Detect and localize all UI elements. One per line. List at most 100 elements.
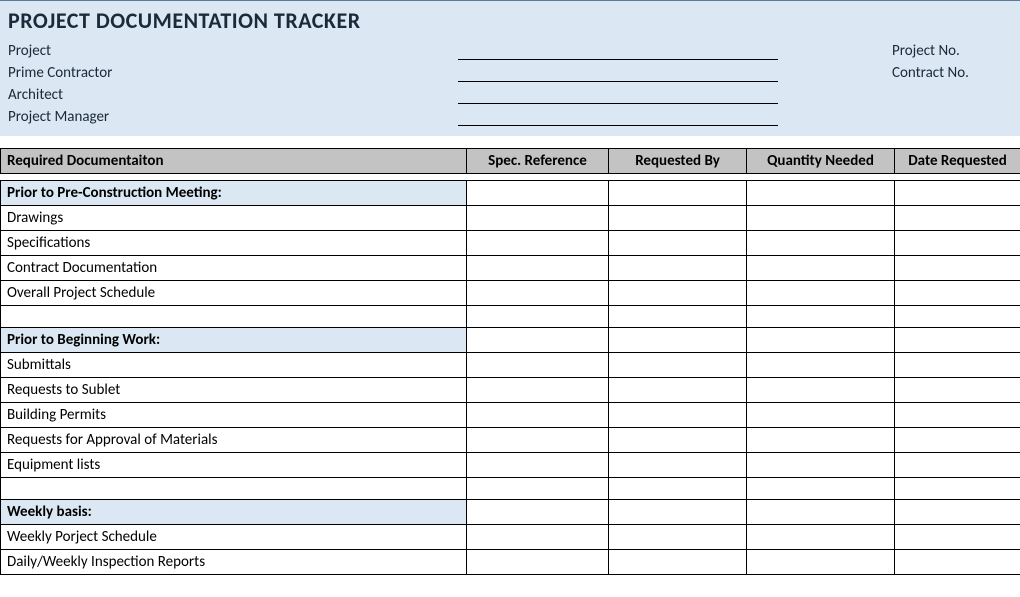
cell[interactable] — [609, 281, 747, 306]
item-label: Requests for Approval of Materials — [1, 428, 467, 453]
item-label: Specifications — [1, 231, 467, 256]
section-heading-label: Prior to Beginning Work: — [1, 328, 467, 353]
col-header-doc: Required Documentaiton — [1, 149, 467, 174]
cell[interactable] — [747, 206, 895, 231]
label-project-manager: Project Manager — [8, 108, 458, 126]
cell[interactable] — [747, 500, 895, 525]
cell[interactable] — [467, 403, 609, 428]
cell[interactable] — [467, 231, 609, 256]
cell[interactable] — [609, 328, 747, 353]
cell[interactable] — [609, 403, 747, 428]
table-row: Weekly Porject Schedule — [1, 525, 1020, 550]
cell[interactable] — [747, 231, 895, 256]
cell[interactable] — [747, 403, 895, 428]
cell[interactable] — [747, 353, 895, 378]
cell[interactable] — [609, 500, 747, 525]
cell[interactable] — [747, 428, 895, 453]
cell[interactable] — [609, 353, 747, 378]
meta-row-project: Project Project No. — [8, 38, 1012, 60]
cell[interactable] — [609, 181, 747, 206]
cell[interactable] — [467, 378, 609, 403]
cell[interactable] — [467, 453, 609, 478]
item-label: Weekly Porject Schedule — [1, 525, 467, 550]
table-row: Requests for Approval of Materials — [1, 428, 1020, 453]
meta-row-project-manager: Project Manager — [8, 104, 1012, 126]
cell[interactable] — [467, 181, 609, 206]
cell[interactable] — [895, 206, 1020, 231]
cell[interactable] — [467, 206, 609, 231]
col-header-qty: Quantity Needed — [747, 149, 895, 174]
cell[interactable] — [609, 206, 747, 231]
cell[interactable] — [895, 500, 1020, 525]
header-block: PROJECT DOCUMENTATION TRACKER Project Pr… — [0, 0, 1020, 136]
section-heading-label: Prior to Pre-Construction Meeting: — [1, 181, 467, 206]
label-contract-no: Contract No. — [892, 64, 1012, 82]
input-line-prime-contractor[interactable] — [458, 64, 778, 82]
cell[interactable] — [609, 525, 747, 550]
cell[interactable] — [747, 281, 895, 306]
cell[interactable] — [467, 281, 609, 306]
item-label: Building Permits — [1, 403, 467, 428]
cell[interactable] — [747, 453, 895, 478]
cell[interactable] — [895, 525, 1020, 550]
cell[interactable] — [895, 281, 1020, 306]
cell[interactable] — [747, 328, 895, 353]
cell[interactable] — [747, 550, 895, 575]
meta-row-architect: Architect — [8, 82, 1012, 104]
input-line-architect[interactable] — [458, 86, 778, 104]
tracker-table: Required Documentaiton Spec. Reference R… — [0, 148, 1020, 174]
item-label: Requests to Sublet — [1, 378, 467, 403]
table-header-row: Required Documentaiton Spec. Reference R… — [1, 149, 1020, 174]
cell[interactable] — [609, 378, 747, 403]
cell[interactable] — [467, 500, 609, 525]
item-label: Overall Project Schedule — [1, 281, 467, 306]
item-label: Daily/Weekly Inspection Reports — [1, 550, 467, 575]
cell[interactable] — [747, 525, 895, 550]
cell[interactable] — [895, 378, 1020, 403]
table-row: Requests to Sublet — [1, 378, 1020, 403]
meta-row-prime-contractor: Prime Contractor Contract No. — [8, 60, 1012, 82]
cell[interactable] — [895, 453, 1020, 478]
cell[interactable] — [609, 453, 747, 478]
cell[interactable] — [467, 256, 609, 281]
gap-row — [1, 478, 1020, 500]
cell[interactable] — [467, 428, 609, 453]
cell[interactable] — [895, 231, 1020, 256]
input-line-project[interactable] — [458, 42, 778, 60]
table-row: Building Permits — [1, 403, 1020, 428]
cell[interactable] — [895, 256, 1020, 281]
cell[interactable] — [467, 525, 609, 550]
section-heading: Prior to Beginning Work: — [1, 328, 1020, 353]
section-heading: Weekly basis: — [1, 500, 1020, 525]
cell[interactable] — [747, 256, 895, 281]
cell[interactable] — [609, 550, 747, 575]
cell[interactable] — [895, 328, 1020, 353]
cell[interactable] — [895, 353, 1020, 378]
cell[interactable] — [895, 428, 1020, 453]
page-title: PROJECT DOCUMENTATION TRACKER — [8, 7, 1012, 34]
cell[interactable] — [467, 328, 609, 353]
cell[interactable] — [609, 428, 747, 453]
label-prime-contractor: Prime Contractor — [8, 64, 458, 82]
cell[interactable] — [467, 353, 609, 378]
input-line-project-manager[interactable] — [458, 108, 778, 126]
cell[interactable] — [747, 181, 895, 206]
table-row: Equipment lists — [1, 453, 1020, 478]
col-header-reqby: Requested By — [609, 149, 747, 174]
item-label: Contract Documentation — [1, 256, 467, 281]
cell[interactable] — [895, 181, 1020, 206]
cell[interactable] — [467, 550, 609, 575]
table-row: Specifications — [1, 231, 1020, 256]
cell[interactable] — [895, 403, 1020, 428]
table-row: Overall Project Schedule — [1, 281, 1020, 306]
cell[interactable] — [609, 231, 747, 256]
item-label: Drawings — [1, 206, 467, 231]
table-row: Drawings — [1, 206, 1020, 231]
table-row: Daily/Weekly Inspection Reports — [1, 550, 1020, 575]
col-header-spec: Spec. Reference — [467, 149, 609, 174]
cell[interactable] — [895, 550, 1020, 575]
gap-row — [1, 306, 1020, 328]
label-project-no: Project No. — [892, 42, 1012, 60]
cell[interactable] — [747, 378, 895, 403]
cell[interactable] — [609, 256, 747, 281]
